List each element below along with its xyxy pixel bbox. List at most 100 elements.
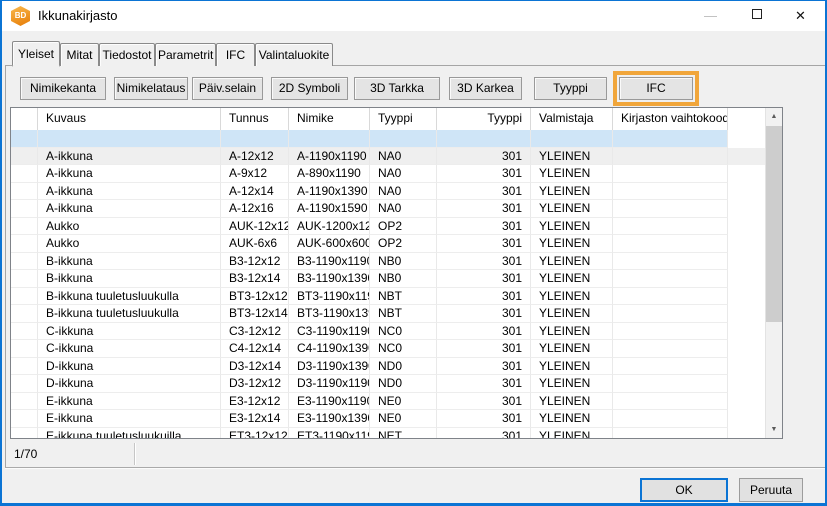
cell-tyyppi2 [437,130,531,148]
table-row[interactable]: A-ikkunaA-9x12A-890x1190NA0301YLEINEN [11,165,765,183]
tab-mitat[interactable]: Mitat [60,43,99,66]
column-header-selector[interactable] [11,108,38,130]
cell-vaihtokoodi [613,393,728,411]
column-header-vaihtokoodi[interactable]: Kirjaston vaihtokoodi [613,108,728,130]
toolbar-button-nimikelataus[interactable]: Nimikelataus [114,77,188,100]
cell-kuvaus: A-ikkuna [38,183,221,201]
column-header-tunnus[interactable]: Tunnus [221,108,289,130]
cell-tyyppi: NA0 [370,183,437,201]
cell-tyyppi: NE0 [370,410,437,428]
toolbar-button-3d-karkea[interactable]: 3D Karkea [449,77,522,100]
table-row[interactable]: A-ikkunaA-12x14A-1190x1390NA0301YLEINEN [11,183,765,201]
cell-valmistaja: YLEINEN [531,165,613,183]
row-selector-cell[interactable] [11,183,38,201]
cell-kuvaus [38,130,221,148]
row-selector-cell[interactable] [11,253,38,271]
toolbar-button-nimikekanta[interactable]: Nimikekanta [20,77,106,100]
row-selector-cell[interactable] [11,235,38,253]
cell-valmistaja: YLEINEN [531,428,613,439]
row-selector-cell[interactable] [11,130,38,148]
row-selector-cell[interactable] [11,323,38,341]
cell-nimike: C4-1190x1390 [289,340,370,358]
table-row[interactable]: AukkoAUK-6x6AUK-600x600OP2301YLEINEN [11,235,765,253]
cell-nimike: AUK-1200x1200 [289,218,370,236]
cell-nimike: A-1190x1390 [289,183,370,201]
cell-nimike: BT3-1190x1390 [289,305,370,323]
row-selector-cell[interactable] [11,200,38,218]
table-row[interactable]: B-ikkunaB3-12x14B3-1190x1390NB0301YLEINE… [11,270,765,288]
row-selector-cell[interactable] [11,358,38,376]
table-row[interactable]: AukkoAUK-12x12AUK-1200x1200OP2301YLEINEN [11,218,765,236]
column-header-nimike[interactable]: Nimike [289,108,370,130]
cell-kuvaus: A-ikkuna [38,200,221,218]
ok-button[interactable]: OK [640,478,728,502]
minimize-button[interactable]: — [688,1,733,31]
cell-kuvaus: B-ikkuna [38,253,221,271]
cell-tyyppi2: 301 [437,270,531,288]
table-row[interactable]: B-ikkunaB3-12x12B3-1190x1190NB0301YLEINE… [11,253,765,271]
close-button[interactable]: ✕ [778,1,823,31]
scrollbar-thumb[interactable] [766,126,782,322]
row-selector-cell[interactable] [11,393,38,411]
cell-vaihtokoodi [613,253,728,271]
table-row[interactable]: E-ikkunaE3-12x14E3-1190x1390NE0301YLEINE… [11,410,765,428]
table-row[interactable]: B-ikkuna tuuletusluukullaBT3-12x14BT3-11… [11,305,765,323]
column-header-valmistaja[interactable]: Valmistaja [531,108,613,130]
column-header-tyyppi[interactable]: Tyyppi [370,108,437,130]
table-row[interactable]: A-ikkunaA-12x12A-1190x1190NA0301YLEINEN [11,148,765,166]
tab-tiedostot[interactable]: Tiedostot [99,43,155,66]
table-row[interactable]: C-ikkunaC4-12x14C4-1190x1390NC0301YLEINE… [11,340,765,358]
table-row[interactable]: A-ikkunaA-12x16A-1190x1590NA0301YLEINEN [11,200,765,218]
cell-vaihtokoodi [613,148,728,166]
row-selector-cell[interactable] [11,165,38,183]
toolbar-button-3d-tarkka[interactable]: 3D Tarkka [354,77,440,100]
cell-tyyppi: ND0 [370,358,437,376]
app-logo-icon: BD [11,6,30,26]
scroll-up-icon[interactable]: ▲ [766,108,782,125]
row-selector-cell[interactable] [11,305,38,323]
cell-vaihtokoodi [613,200,728,218]
column-header-tyyppi2[interactable]: Tyyppi [437,108,531,130]
row-selector-cell[interactable] [11,375,38,393]
cell-nimike: E3-1190x1390 [289,410,370,428]
cell-vaihtokoodi [613,270,728,288]
table-row[interactable]: D-ikkunaD3-12x14D3-1190x1390ND0301YLEINE… [11,358,765,376]
cell-tunnus: AUK-12x12 [221,218,289,236]
cell-tyyppi: NC0 [370,340,437,358]
row-selector-cell[interactable] [11,428,38,439]
cell-tyyppi [370,130,437,148]
cell-vaihtokoodi [613,375,728,393]
toolbar-button-tyyppi[interactable]: Tyyppi [534,77,607,100]
cell-tyyppi2: 301 [437,393,531,411]
table-row[interactable]: D-ikkunaD3-12x12D3-1190x1190ND0301YLEINE… [11,375,765,393]
cell-vaihtokoodi [613,218,728,236]
row-selector-cell[interactable] [11,288,38,306]
vertical-scrollbar[interactable]: ▲ ▼ [765,108,782,438]
cell-tyyppi: NB0 [370,270,437,288]
row-selector-cell[interactable] [11,410,38,428]
toolbar-button-p-iv-selain[interactable]: Päiv.selain [192,77,263,100]
table-row[interactable]: E-ikkunaE3-12x12E3-1190x1190NE0301YLEINE… [11,393,765,411]
cancel-button[interactable]: Peruuta [739,478,803,502]
cell-nimike: A-1190x1590 [289,200,370,218]
cell-valmistaja: YLEINEN [531,253,613,271]
row-selector-cell[interactable] [11,148,38,166]
row-selector-cell[interactable] [11,340,38,358]
table-row[interactable]: B-ikkuna tuuletusluukullaBT3-12x12BT3-11… [11,288,765,306]
tab-valintaluokite[interactable]: Valintaluokite [255,43,333,66]
cell-kuvaus: D-ikkuna [38,358,221,376]
window-title: Ikkunakirjasto [38,1,117,31]
tab-ifc[interactable]: IFC [216,43,255,66]
scroll-down-icon[interactable]: ▼ [766,421,782,438]
table-row[interactable]: E-ikkuna tuuletusluukuillaET3-12x12ET3-1… [11,428,765,439]
row-selector-cell[interactable] [11,218,38,236]
column-header-kuvaus[interactable]: Kuvaus [38,108,221,130]
tab-parametrit[interactable]: Parametrit [155,43,216,66]
row-selector-cell[interactable] [11,270,38,288]
tab-yleiset[interactable]: Yleiset [12,41,60,67]
toolbar-button-2d-symboli[interactable]: 2D Symboli [271,77,348,100]
maximize-button[interactable] [734,1,779,31]
table-row[interactable] [11,130,765,148]
table-row[interactable]: C-ikkunaC3-12x12C3-1190x1190NC0301YLEINE… [11,323,765,341]
toolbar-button-ifc[interactable]: IFC [619,77,693,100]
